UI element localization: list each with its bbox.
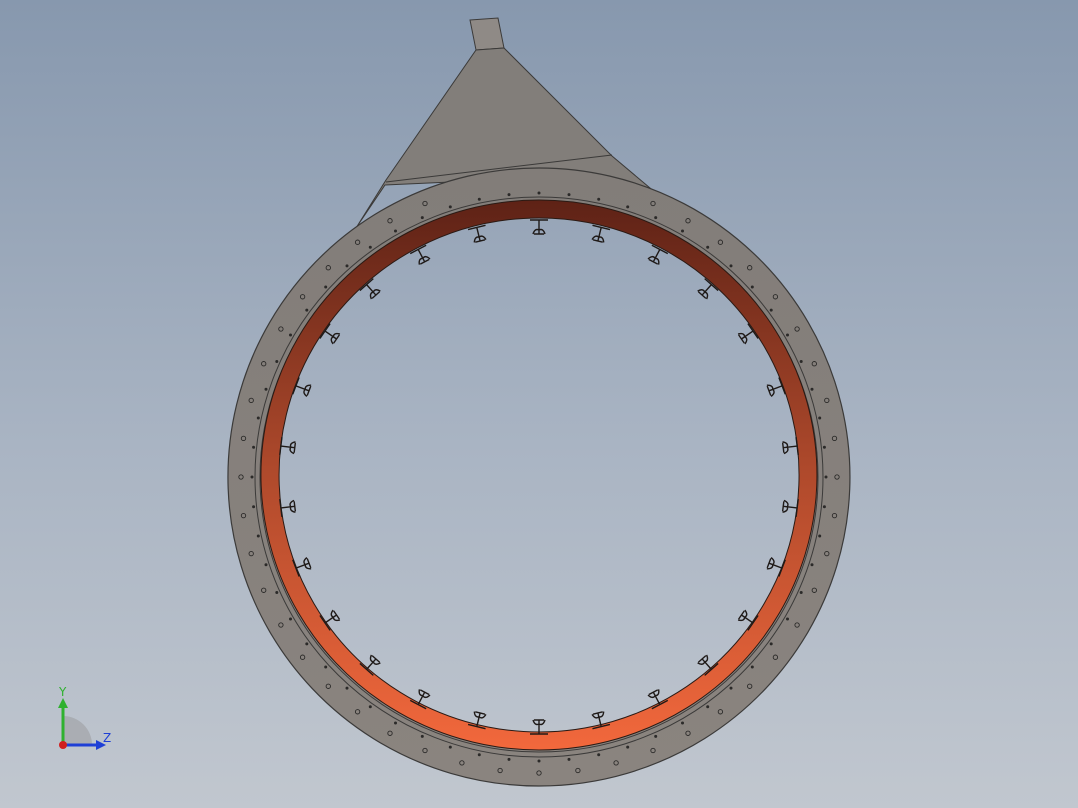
inner-bolt-hole: [769, 642, 773, 646]
inner-bolt-hole: [597, 197, 601, 201]
inner-bolt-hole: [567, 193, 571, 197]
y-axis-label: Y: [58, 685, 67, 699]
inner-bolt-hole: [448, 745, 452, 749]
support-bracket: [591, 224, 611, 243]
graphics-viewport[interactable]: Y Z: [0, 0, 1078, 808]
inner-bolt-hole: [264, 563, 268, 567]
inner-bolt-hole: [681, 229, 684, 233]
support-bracket: [530, 219, 548, 235]
inner-bolt-hole: [345, 686, 349, 690]
support-bracket: [781, 498, 799, 517]
ring-flange-model[interactable]: [0, 0, 1078, 808]
inner-bolt-hole: [786, 617, 789, 621]
inner-bolt-hole: [289, 333, 292, 337]
inner-bolt-hole: [799, 360, 803, 363]
support-brackets: [279, 219, 799, 735]
inner-bolt-hole: [537, 191, 541, 195]
inner-bolt-hole: [597, 753, 601, 757]
inner-bolt-hole: [420, 734, 424, 738]
inner-bolt-hole: [822, 445, 826, 449]
inner-bolt-hole: [507, 193, 511, 197]
inner-bolt-hole: [810, 387, 814, 391]
inner-bolt-hole: [394, 721, 397, 725]
triad-plane-indicator: [63, 716, 92, 745]
support-bracket: [279, 437, 297, 456]
inner-bolt-hole: [769, 308, 773, 312]
inner-bolt-hole: [507, 757, 511, 761]
inner-bolt-hole: [448, 205, 452, 209]
inner-bolt-hole: [824, 475, 828, 479]
inner-bolt-hole: [305, 308, 309, 312]
inner-bolt-hole: [256, 416, 260, 420]
inner-bolt-hole: [420, 216, 424, 220]
nozzle-neck[interactable]: [469, 17, 505, 51]
support-bracket: [279, 498, 297, 517]
inner-bolt-hole: [706, 705, 710, 709]
inner-bolt-hole: [345, 264, 349, 268]
inner-bolt-hole: [252, 445, 256, 449]
inner-bolt-hole: [368, 245, 372, 249]
inner-bolt-hole: [394, 229, 397, 233]
inner-bolt-hole: [537, 759, 541, 763]
x-axis-icon: [59, 741, 67, 749]
inner-bolt-hole: [305, 642, 309, 646]
coordinate-triad: Y Z: [58, 685, 111, 750]
inner-bolt-hole: [324, 285, 328, 289]
inner-bolt-hole: [368, 705, 372, 709]
inner-bolt-hole: [626, 745, 630, 749]
inner-bolt-hole: [799, 591, 803, 594]
inner-bolt-hole: [256, 534, 260, 538]
inner-bolt-hole: [250, 475, 254, 479]
inner-bolt-hole: [567, 757, 571, 761]
z-axis-label: Z: [103, 731, 111, 745]
support-bracket: [467, 224, 487, 243]
inner-bolt-hole: [681, 721, 684, 725]
inner-bolt-hole: [729, 686, 733, 690]
inner-bolt-hole: [818, 416, 822, 420]
inner-bolt-hole: [729, 264, 733, 268]
inner-bolt-hole: [252, 505, 256, 509]
inner-bolt-hole: [822, 505, 826, 509]
inner-bolt-hole: [654, 734, 658, 738]
inner-bolt-hole: [626, 205, 630, 209]
inner-bolt-hole: [264, 387, 268, 391]
inner-bolt-hole: [477, 753, 481, 757]
inner-bolt-hole: [654, 216, 658, 220]
inner-bolt-hole: [289, 617, 292, 621]
inner-bolt-hole: [477, 197, 481, 201]
inner-bolt-hole: [275, 360, 279, 363]
support-bracket: [781, 437, 799, 456]
inner-bolt-hole: [275, 591, 279, 594]
inner-bolt-hole: [810, 563, 814, 567]
y-axis-arrow-icon: [58, 698, 68, 708]
outer-flange[interactable]: [227, 167, 851, 787]
inner-bolt-hole: [706, 245, 710, 249]
inner-bolt-hole: [750, 285, 754, 289]
inner-bolt-hole: [818, 534, 822, 538]
inner-bolt-hole: [786, 333, 789, 337]
liner-ring[interactable]: [260, 199, 818, 751]
inner-bolt-hole: [324, 665, 328, 669]
inner-bolt-hole: [750, 665, 754, 669]
